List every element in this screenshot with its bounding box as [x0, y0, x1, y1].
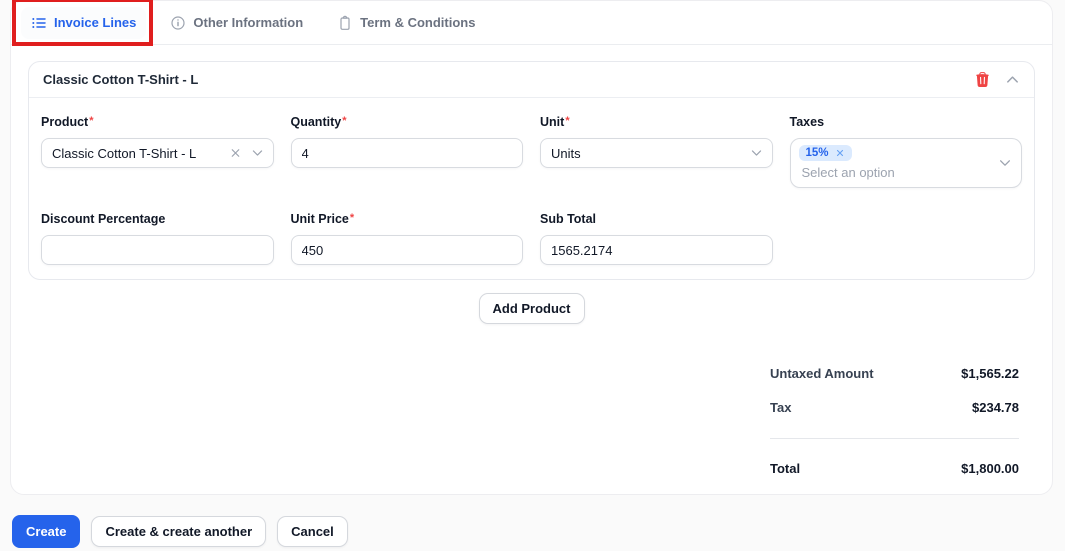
- unit-select[interactable]: Units: [540, 138, 773, 168]
- product-selected-value: Classic Cotton T-Shirt - L: [52, 145, 197, 161]
- invoice-line-body: Product Classic Cotton T-Shirt - L: [29, 98, 1034, 279]
- product-label: Product: [41, 115, 274, 129]
- sub-total-input[interactable]: [540, 235, 773, 265]
- fields-row-1: Product Classic Cotton T-Shirt - L: [41, 115, 1022, 188]
- discount-input[interactable]: [41, 235, 274, 265]
- total-value: $1,800.00: [961, 461, 1019, 476]
- tab-other-information[interactable]: Other Information: [160, 7, 313, 39]
- chevron-down-icon[interactable]: [750, 147, 763, 160]
- trash-icon: [976, 72, 989, 87]
- chevron-down-icon[interactable]: [998, 156, 1012, 170]
- tax-chip: 15%: [798, 145, 852, 161]
- create-and-create-another-button[interactable]: Create & create another: [91, 516, 267, 547]
- taxes-placeholder: Select an option: [801, 165, 895, 180]
- invoice-line-card: Classic Cotton T-Shirt - L Product * Cla…: [28, 61, 1035, 280]
- total-label: Total: [770, 461, 801, 476]
- clipboard-icon: [337, 15, 353, 31]
- add-product-button[interactable]: Add Product: [478, 293, 585, 324]
- product-field: Product Classic Cotton T-Shirt - L: [41, 115, 274, 168]
- delete-line-button[interactable]: [974, 71, 991, 88]
- tab-invoice-lines-wrap: Invoice Lines: [12, 0, 154, 46]
- untaxed-amount-label: Untaxed Amount: [770, 366, 874, 381]
- taxes-field: Taxes 15% Select an option: [789, 115, 1022, 188]
- chevron-up-icon: [1007, 76, 1018, 83]
- totals-divider: [770, 438, 1019, 439]
- invoice-line-actions: [974, 71, 1020, 88]
- tab-content: Classic Cotton T-Shirt - L Product * Cla…: [11, 45, 1052, 476]
- totals-summary: Untaxed Amount $1,565.22 Tax $234.78 Tot…: [770, 366, 1019, 476]
- list-icon: [31, 15, 47, 31]
- tab-invoice-lines[interactable]: Invoice Lines: [21, 6, 147, 39]
- chevron-down-icon[interactable]: [251, 147, 264, 160]
- untaxed-amount-value: $1,565.22: [961, 366, 1019, 381]
- clear-icon[interactable]: [229, 147, 242, 160]
- sub-total-field: Sub Total: [540, 212, 773, 265]
- invoice-line-title: Classic Cotton T-Shirt - L: [43, 72, 199, 87]
- quantity-field: Quantity: [290, 115, 524, 168]
- fields-row-2: Discount Percentage Unit Price Sub Total: [41, 212, 1022, 265]
- quantity-input[interactable]: [290, 138, 523, 168]
- tab-label: Term & Conditions: [360, 15, 476, 30]
- info-icon: [170, 15, 186, 31]
- tabs-bar: Invoice Lines Other Information Term & C…: [11, 0, 1052, 46]
- discount-label: Discount Percentage: [41, 212, 166, 226]
- unit-field: Unit Units: [540, 115, 773, 168]
- remove-tax-icon[interactable]: [835, 148, 845, 158]
- untaxed-amount-row: Untaxed Amount $1,565.22: [770, 366, 1019, 381]
- tax-label: Tax: [770, 400, 792, 415]
- unit-price-field: Unit Price: [290, 212, 524, 265]
- tab-term-conditions[interactable]: Term & Conditions: [327, 7, 485, 39]
- unit-selected-value: Units: [551, 145, 581, 161]
- invoice-line-header: Classic Cotton T-Shirt - L: [29, 62, 1034, 98]
- sub-total-label: Sub Total: [540, 212, 597, 226]
- form-panel: Invoice Lines Other Information Term & C…: [10, 0, 1053, 495]
- taxes-multiselect[interactable]: 15% Select an option: [789, 138, 1022, 188]
- total-row: Total $1,800.00: [770, 461, 1019, 476]
- collapse-line-button[interactable]: [1005, 72, 1020, 87]
- unit-price-label: Unit Price: [291, 212, 524, 226]
- footer-actions: Create Create & create another Cancel: [12, 515, 1065, 548]
- tax-value: $234.78: [972, 400, 1019, 415]
- create-button[interactable]: Create: [12, 515, 81, 548]
- tax-row: Tax $234.78: [770, 400, 1019, 415]
- cancel-button[interactable]: Cancel: [277, 516, 348, 547]
- tax-chip-label: 15%: [805, 147, 829, 159]
- tab-label: Other Information: [193, 15, 304, 30]
- discount-field: Discount Percentage: [41, 212, 274, 265]
- taxes-label: Taxes: [789, 115, 825, 129]
- quantity-label: Quantity: [291, 115, 524, 129]
- tab-label: Invoice Lines: [54, 15, 137, 30]
- unit-price-input[interactable]: [290, 235, 523, 265]
- add-product-row: Add Product: [28, 293, 1035, 324]
- unit-label: Unit: [540, 115, 773, 129]
